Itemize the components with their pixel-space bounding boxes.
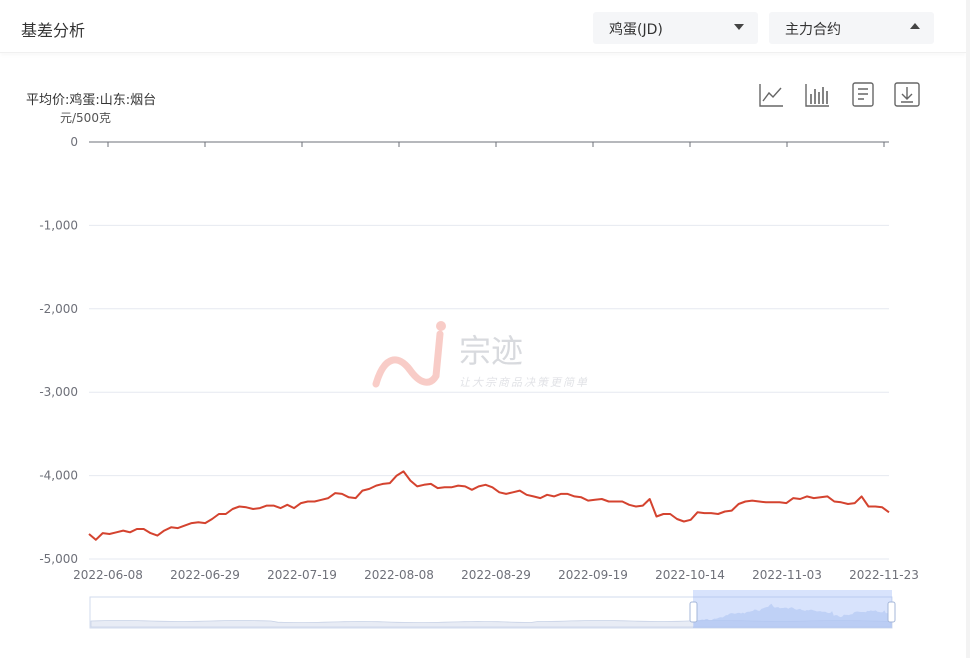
y-tick-label: -1,000 (39, 218, 78, 232)
y-tick-label: -2,000 (39, 302, 78, 316)
x-tick-label: 2022-06-08 (73, 568, 143, 582)
y-tick-label: -4,000 (39, 469, 78, 483)
brand-watermark: 宗迹 让大宗商品决策更简单 (372, 321, 589, 389)
x-tick-label: 2022-11-23 (849, 568, 919, 582)
x-tick-label: 2022-08-29 (461, 568, 531, 582)
x-tick-label: 2022-09-19 (558, 568, 628, 582)
zoom-handle-left[interactable] (689, 601, 698, 623)
data-zoom-slider[interactable] (89, 590, 896, 629)
y-tick-label: -3,000 (39, 385, 78, 399)
y-axis-unit: 元/500克 (60, 111, 111, 125)
x-tick-label: 2022-07-19 (267, 568, 337, 582)
x-tick-label: 2022-10-14 (655, 568, 725, 582)
x-tick-label: 2022-11-03 (752, 568, 822, 582)
y-tick-label: 0 (70, 135, 78, 149)
y-tick-label: -5,000 (39, 552, 78, 566)
chart-title: 平均价:鸡蛋:山东:烟台 (26, 92, 156, 108)
x-tick-label: 2022-06-29 (170, 568, 240, 582)
zoom-handle-right[interactable] (887, 601, 896, 623)
basis-line-chart: 平均价:鸡蛋:山东:烟台 元/500克 宗迹 让大宗商品决策更简单 0 -1,00… (26, 92, 919, 629)
watermark-brand: 宗迹 (459, 332, 523, 370)
page-scrollbar[interactable] (966, 0, 970, 658)
x-tick-label: 2022-08-08 (364, 568, 434, 582)
series-line (88, 470, 890, 541)
watermark-tagline: 让大宗商品决策更简单 (459, 376, 589, 389)
